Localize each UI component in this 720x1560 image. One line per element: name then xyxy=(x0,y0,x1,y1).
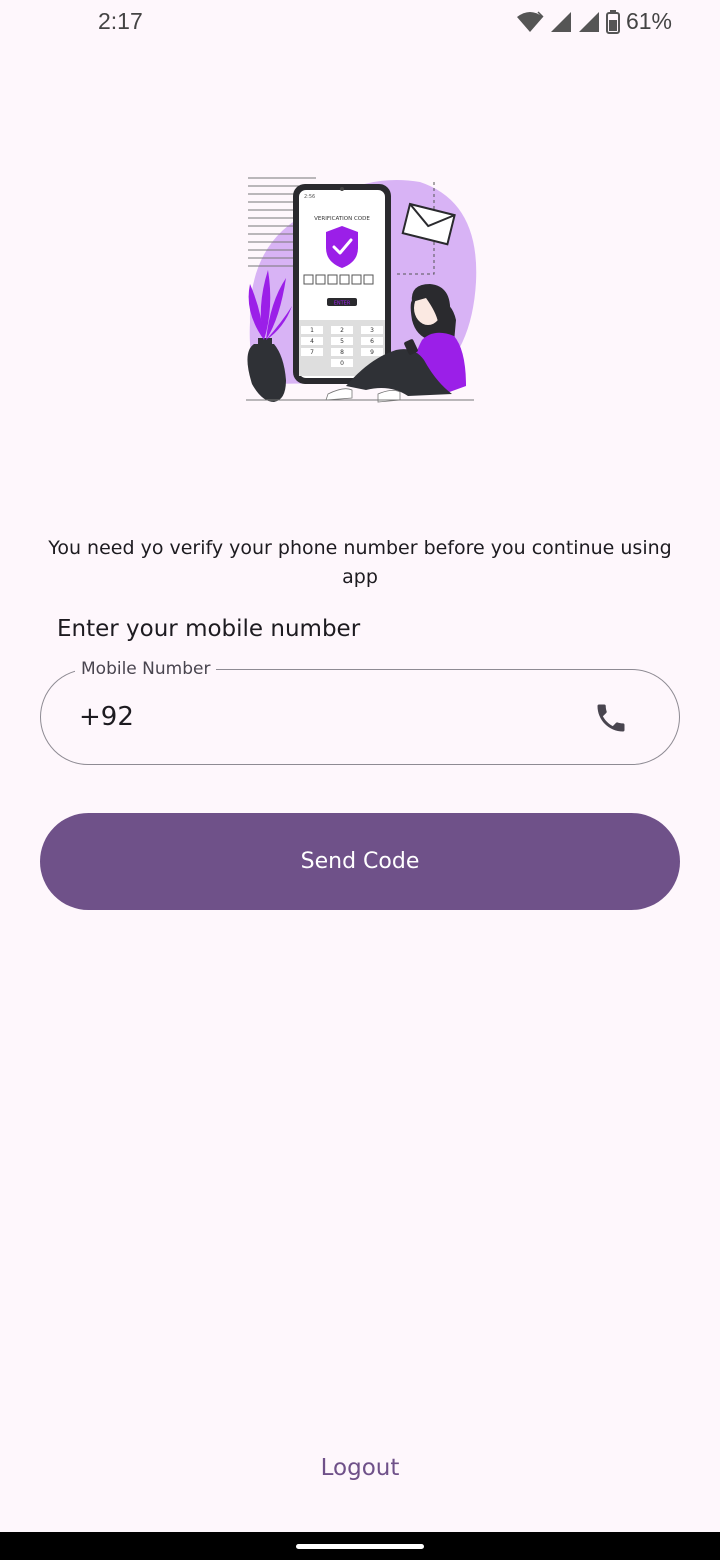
illustration-key: 6 xyxy=(370,338,374,345)
illustration-enter-label: ENTER xyxy=(334,301,351,307)
status-icons: 61% xyxy=(516,8,672,35)
illustration-key: 1 xyxy=(310,327,314,334)
mobile-number-field[interactable]: Mobile Number xyxy=(40,658,680,765)
illustration-key: 9 xyxy=(370,349,374,356)
mobile-number-input[interactable] xyxy=(79,692,579,742)
illustration-key: 5 xyxy=(340,338,344,345)
illustration-key: 3 xyxy=(370,327,374,334)
system-navigation-bar xyxy=(0,1532,720,1560)
wifi-icon xyxy=(516,10,544,33)
status-time: 2:17 xyxy=(98,8,143,34)
status-bar: 2:17 61% xyxy=(0,0,720,44)
signal-icon xyxy=(578,11,600,33)
battery-icon xyxy=(605,9,620,34)
mobile-number-label: Mobile Number xyxy=(75,658,217,680)
logout-link[interactable]: Logout xyxy=(260,1455,460,1481)
phone-icon xyxy=(593,700,629,736)
battery-percent: 61% xyxy=(625,8,672,34)
illustration-screen-title: VERIFICATION CODE xyxy=(314,216,370,222)
signal-icon xyxy=(550,11,572,33)
illustration-key: 7 xyxy=(310,349,314,356)
send-code-button[interactable]: Send Code xyxy=(40,813,680,910)
illustration-key: 8 xyxy=(340,349,344,356)
illustration-screen-time: 2:56 xyxy=(304,194,315,200)
illustration-key: 0 xyxy=(340,360,344,367)
mobile-number-heading: Enter your mobile number xyxy=(57,616,361,642)
verification-intro-text: You need yo verify your phone number bef… xyxy=(48,537,672,588)
verification-illustration: 2:56 VERIFICATION CODE ENTER 1 2 3 4 5 6 7 8 9 0 xyxy=(240,172,480,408)
home-gesture-handle[interactable] xyxy=(296,1544,424,1549)
illustration-key: 4 xyxy=(310,338,314,345)
illustration-key: 2 xyxy=(340,327,344,334)
